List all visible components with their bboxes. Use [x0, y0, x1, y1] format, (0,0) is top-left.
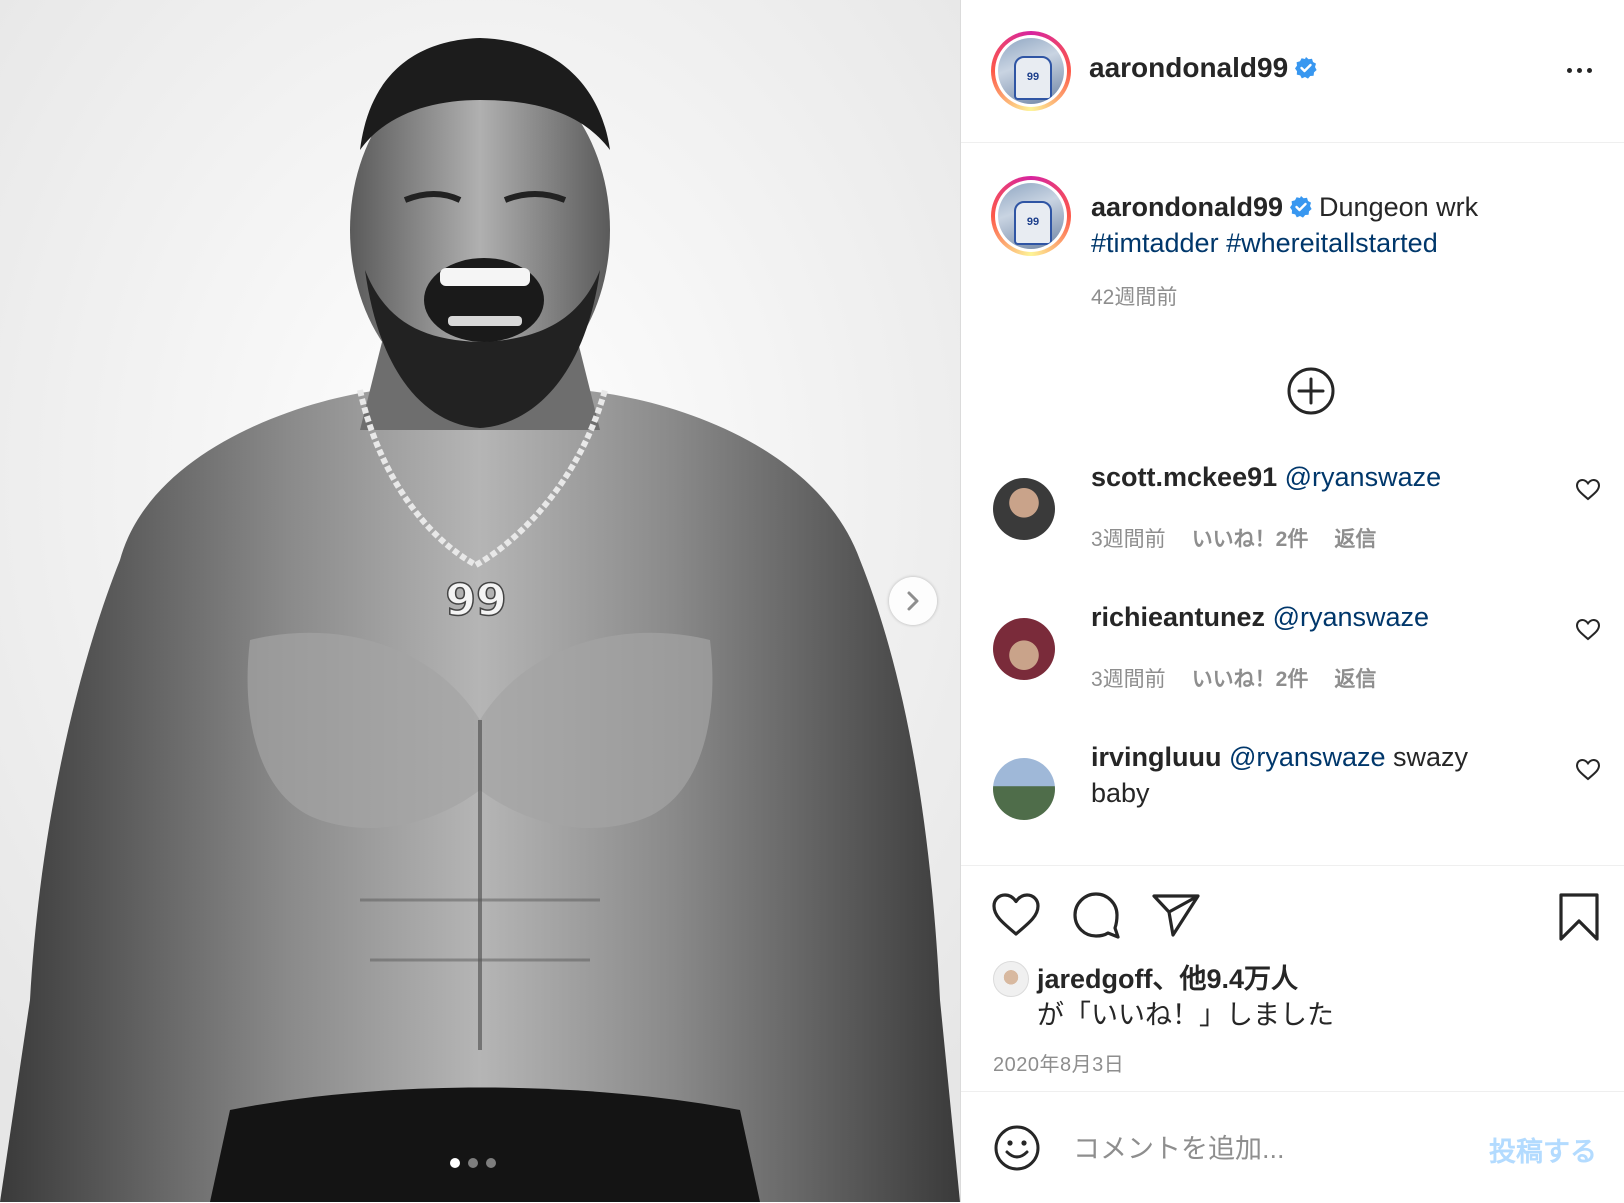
instagram-post: 99 99 aarondonald99 99 aarondonald99 Dun… [0, 0, 1624, 1202]
author-username-text: aarondonald99 [1089, 52, 1289, 83]
comment-time[interactable]: 3週間前 [1091, 663, 1166, 693]
comment-bubble-icon[interactable] [1071, 890, 1121, 940]
post-header: 99 aarondonald99 [961, 0, 1624, 143]
post-media: 99 [0, 0, 960, 1202]
hashtag-link[interactable]: #whereitallstarted [1226, 228, 1438, 258]
author-username[interactable]: aarondonald99 [1089, 52, 1318, 84]
likes-text: jaredgoff、他9.4万人 が「いいね！」しました [1037, 961, 1557, 1033]
plus-circle-icon[interactable] [1286, 366, 1336, 416]
comment-text: richieantunez @ryanswaze [1091, 599, 1521, 635]
reply-button[interactable]: 返信 [1334, 663, 1376, 693]
add-comment-bar: 投稿する [961, 1091, 1624, 1203]
comment-text: irvingluuu @ryanswaze swazy baby [1091, 739, 1521, 811]
comment-username[interactable]: irvingluuu [1091, 742, 1222, 772]
post-details-panel: 99 aarondonald99 99 aarondonald99 Dungeo… [960, 0, 1624, 1202]
comment-username[interactable]: scott.mckee91 [1091, 462, 1277, 492]
comment-meta: 3週間前 いいね！2件 返信 [1091, 663, 1376, 693]
comment-input[interactable] [1071, 1122, 1475, 1176]
comment-likes[interactable]: いいね！2件 [1192, 663, 1309, 693]
post-photo: 99 [0, 0, 960, 1202]
next-slide-button[interactable] [889, 577, 937, 625]
commenter-avatar[interactable] [993, 478, 1055, 540]
liked-by-others[interactable]: 、他9.4万人 [1153, 964, 1299, 994]
comment-mention[interactable]: @ryanswaze [1273, 602, 1429, 632]
caption-avatar[interactable]: 99 [991, 176, 1071, 256]
heart-icon[interactable] [991, 892, 1041, 938]
comment-heart-icon[interactable] [1575, 758, 1601, 782]
post-comment-button[interactable]: 投稿する [1489, 1130, 1597, 1169]
post-caption: aarondonald99 Dungeon wrk #timtadder #wh… [1091, 189, 1561, 261]
comment-mention[interactable]: @ryanswaze [1229, 742, 1385, 772]
liked-suffix: が「いいね！」しました [1037, 1000, 1334, 1030]
carousel-dot-active [450, 1158, 460, 1168]
verified-badge-icon [1290, 196, 1312, 218]
caption-time: 42週間前 [1091, 286, 1178, 309]
comments-list: 99 aarondonald99 Dungeon wrk #timtadder … [961, 143, 1624, 865]
comment-text: scott.mckee91 @ryanswaze [1091, 459, 1521, 495]
carousel-dot [486, 1158, 496, 1168]
smiley-icon[interactable] [993, 1124, 1041, 1172]
author-avatar[interactable]: 99 [991, 31, 1071, 111]
comment-heart-icon[interactable] [1575, 478, 1601, 502]
avatar-jersey: 99 [1014, 56, 1052, 100]
post-date[interactable]: 2020年8月3日 [993, 1048, 1124, 1077]
comment-meta: 3週間前 いいね！2件 返信 [1091, 523, 1376, 553]
pendant-number: 99 [445, 575, 506, 626]
liked-by-avatar[interactable] [993, 961, 1029, 997]
liked-by-username[interactable]: jaredgoff [1037, 964, 1153, 994]
more-options-icon[interactable] [1561, 60, 1597, 80]
chevron-right-icon [907, 591, 919, 611]
caption-avatar-jersey: 99 [1014, 201, 1052, 245]
comment-likes[interactable]: いいね！2件 [1192, 523, 1309, 553]
caption-username[interactable]: aarondonald99 [1091, 192, 1283, 222]
carousel-dot [468, 1158, 478, 1168]
comment-heart-icon[interactable] [1575, 618, 1601, 642]
carousel-indicator [450, 1158, 496, 1168]
commenter-avatar[interactable] [993, 758, 1055, 820]
hashtag-link[interactable]: #timtadder [1091, 228, 1219, 258]
verified-badge-icon [1295, 57, 1317, 79]
caption-text: Dungeon wrk [1319, 192, 1479, 222]
post-actions: jaredgoff、他9.4万人 が「いいね！」しました 2020年8月3日 [961, 865, 1624, 1092]
commenter-avatar[interactable] [993, 618, 1055, 680]
comment-username[interactable]: richieantunez [1091, 602, 1265, 632]
comment-time[interactable]: 3週間前 [1091, 523, 1166, 553]
reply-button[interactable]: 返信 [1334, 523, 1376, 553]
paper-plane-icon[interactable] [1151, 892, 1201, 938]
bookmark-icon[interactable] [1557, 892, 1601, 942]
comment-mention[interactable]: @ryanswaze [1285, 462, 1441, 492]
